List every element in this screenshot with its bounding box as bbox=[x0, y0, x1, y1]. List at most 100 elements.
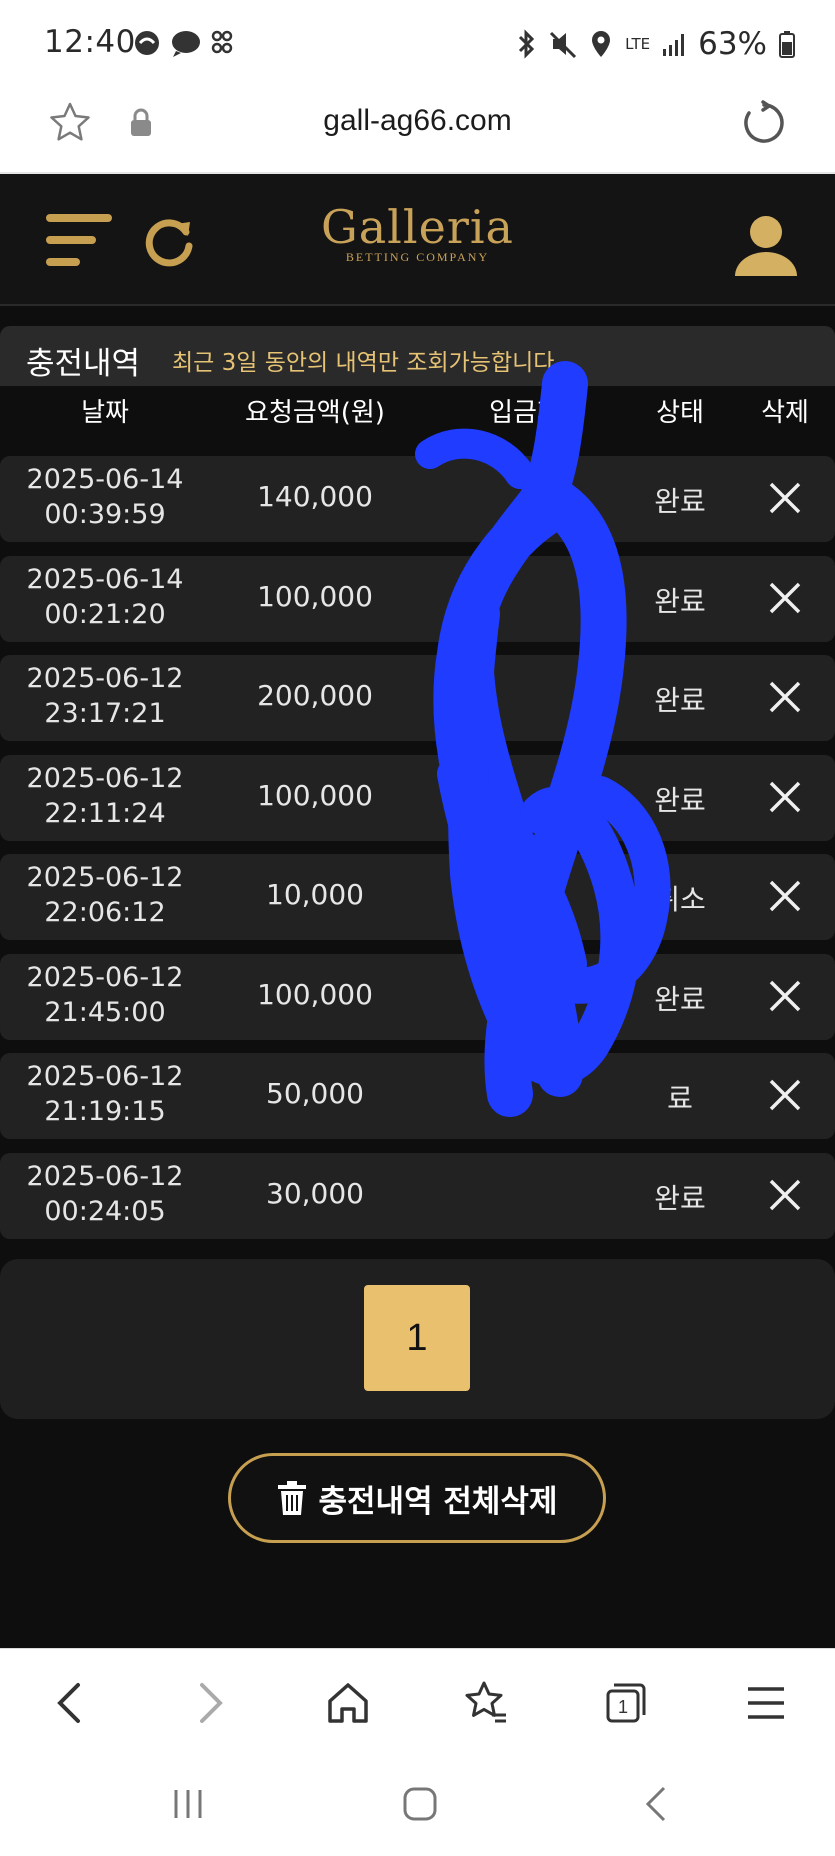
history-notice: 최근 3일 동안의 내역만 조회가능합니다 bbox=[172, 350, 555, 376]
page-title: 충전내역 bbox=[26, 346, 141, 382]
delete-row-button[interactable] bbox=[740, 1175, 830, 1219]
signal-icon bbox=[663, 34, 685, 56]
row-time: 00:24:05 bbox=[44, 1195, 166, 1227]
row-amount: 100,000 bbox=[257, 977, 373, 1011]
row-time: 21:19:15 bbox=[44, 1096, 166, 1127]
home-button-icon[interactable] bbox=[400, 1784, 440, 1824]
row-date: 2025-06-14 bbox=[26, 464, 184, 495]
row-time: 23:17:21 bbox=[44, 698, 166, 729]
row-status: 완료 bbox=[654, 783, 706, 817]
close-icon[interactable] bbox=[765, 876, 805, 916]
col-depositor: 입금자 bbox=[489, 398, 561, 428]
row-amount: 100,000 bbox=[257, 778, 373, 812]
page-button[interactable]: 1 bbox=[364, 1285, 470, 1391]
browser-toolbar: 1 bbox=[0, 1648, 835, 1758]
battery-icon bbox=[779, 31, 795, 58]
logo-name: Galleria bbox=[321, 200, 514, 254]
delete-row-button[interactable] bbox=[740, 777, 830, 821]
delete-row-button[interactable] bbox=[740, 976, 830, 1020]
battery-percent: 63% bbox=[698, 26, 767, 62]
recent-apps-icon[interactable] bbox=[168, 1784, 208, 1824]
pagination: 1 bbox=[0, 1259, 835, 1419]
row-datetime: 2025-06-14 00:21:20 bbox=[0, 562, 210, 632]
status-time: 12:40 bbox=[44, 24, 136, 60]
table-row: 2025-06-12 00:24:05 30,000 완료 bbox=[0, 1152, 835, 1239]
delete-row-button[interactable] bbox=[740, 1075, 830, 1119]
row-status: 완료 bbox=[654, 684, 706, 717]
apps-icon bbox=[211, 30, 233, 54]
delete-row-button[interactable] bbox=[740, 677, 830, 721]
col-amount: 요청금액(원) bbox=[245, 398, 385, 428]
table-header: 날짜 요청금액(원) 입금자 상태 삭제 bbox=[0, 386, 835, 436]
row-status: 완료 bbox=[654, 982, 706, 1016]
table-row: 2025-06-14 00:21:20 100,000 완료 bbox=[0, 555, 835, 642]
close-icon[interactable] bbox=[765, 478, 805, 518]
reload-icon[interactable] bbox=[741, 100, 787, 146]
close-icon[interactable] bbox=[765, 1175, 805, 1215]
menu-lines-icon[interactable] bbox=[742, 1679, 790, 1727]
row-status: 완료 bbox=[654, 485, 706, 518]
row-time: 00:21:20 bbox=[44, 598, 166, 630]
row-datetime: 2025-06-12 21:19:15 bbox=[0, 1059, 210, 1129]
user-icon[interactable] bbox=[733, 212, 799, 278]
charge-history-header: 충전내역 최근 3일 동안의 내역만 조회가능합니다 bbox=[0, 326, 835, 386]
row-date: 2025-06-12 bbox=[26, 961, 184, 993]
website-content: Galleria BETTING COMPANY 충전내역 최근 3일 동안의 … bbox=[0, 174, 835, 1648]
logo-subtitle: BETTING COMPANY bbox=[345, 250, 490, 264]
row-datetime: 2025-06-12 22:11:24 bbox=[0, 761, 210, 831]
row-datetime: 2025-06-12 00:24:05 bbox=[0, 1159, 210, 1229]
delete-row-button[interactable] bbox=[740, 578, 830, 622]
row-date: 2025-06-12 bbox=[26, 1160, 184, 1192]
row-time: 22:11:24 bbox=[44, 797, 166, 829]
tabs-icon[interactable]: 1 bbox=[602, 1679, 650, 1727]
col-status: 상태 bbox=[656, 398, 704, 428]
close-icon[interactable] bbox=[765, 1075, 805, 1115]
row-datetime: 2025-06-12 22:06:12 bbox=[0, 860, 210, 930]
bluetooth-icon bbox=[519, 29, 535, 59]
row-date: 2025-06-12 bbox=[26, 663, 184, 694]
table-row: 2025-06-14 00:39:59 140,000 완료 bbox=[0, 456, 835, 542]
row-time: 00:39:59 bbox=[44, 499, 166, 530]
home-icon[interactable] bbox=[324, 1679, 372, 1727]
system-navigation-bar bbox=[0, 1758, 835, 1856]
location-icon bbox=[592, 31, 611, 57]
row-amount: 140,000 bbox=[257, 480, 373, 513]
col-date: 날짜 bbox=[81, 398, 129, 428]
system-back-icon[interactable] bbox=[636, 1784, 676, 1824]
table-row: 2025-06-12 21:19:15 50,000 료 bbox=[0, 1053, 835, 1139]
table-row: 2025-06-12 21:45:00 100,000 완료 bbox=[0, 953, 835, 1040]
col-delete: 삭제 bbox=[761, 398, 809, 428]
table-row: 2025-06-12 23:17:21 200,000 완료 bbox=[0, 655, 835, 741]
close-icon[interactable] bbox=[765, 677, 805, 717]
row-date: 2025-06-12 bbox=[26, 762, 184, 794]
url-text[interactable]: gall-ag66.com bbox=[0, 104, 835, 138]
close-icon[interactable] bbox=[765, 976, 805, 1016]
trash-icon bbox=[277, 1481, 306, 1515]
delete-row-button[interactable] bbox=[740, 478, 830, 522]
history-table: 2025-06-14 00:39:59 140,000 완료 2025-06-14… bbox=[0, 456, 835, 1252]
site-logo[interactable]: Galleria BETTING COMPANY bbox=[0, 200, 835, 265]
row-status: 완료 bbox=[654, 584, 706, 618]
forward-icon[interactable] bbox=[186, 1679, 234, 1727]
mute-icon bbox=[550, 31, 577, 59]
bookmarks-icon[interactable] bbox=[462, 1679, 510, 1727]
row-date: 2025-06-14 bbox=[26, 563, 184, 595]
row-datetime: 2025-06-12 21:45:00 bbox=[0, 960, 210, 1030]
back-icon[interactable] bbox=[46, 1679, 94, 1727]
delete-all-button[interactable]: 충전내역 전체삭제 bbox=[228, 1453, 606, 1543]
delete-all-label: 충전내역 전체삭제 bbox=[318, 1483, 558, 1520]
notification-icons bbox=[132, 28, 236, 58]
close-icon[interactable] bbox=[765, 578, 805, 618]
close-icon[interactable] bbox=[765, 777, 805, 817]
row-amount: 100,000 bbox=[257, 579, 373, 613]
system-icons: LTE 63% bbox=[515, 26, 795, 62]
browser-address-bar: gall-ag66.com bbox=[0, 86, 835, 174]
row-status: 료 bbox=[667, 1082, 693, 1115]
delete-row-button[interactable] bbox=[740, 876, 830, 920]
chat-icon bbox=[172, 31, 200, 57]
row-date: 2025-06-12 bbox=[26, 862, 184, 893]
row-time: 22:06:12 bbox=[44, 897, 166, 928]
row-datetime: 2025-06-12 23:17:21 bbox=[0, 661, 210, 731]
row-date: 2025-06-12 bbox=[26, 1061, 184, 1092]
table-row: 2025-06-12 22:06:12 10,000 취소 bbox=[0, 854, 835, 940]
